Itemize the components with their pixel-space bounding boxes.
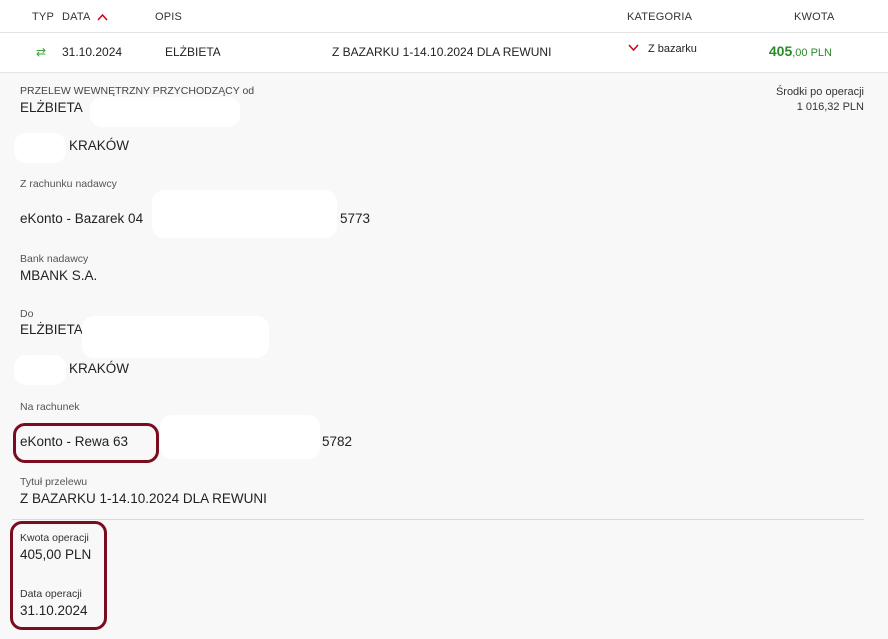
redaction-block [14,355,66,385]
from-account-label: Z rachunku nadawcy [20,178,117,190]
operation-highlight [10,521,107,630]
bank-value: MBANK S.A. [20,268,98,283]
col-desc-header[interactable]: OPIS [155,11,182,23]
col-category-header[interactable]: KATEGORIA [627,11,692,23]
redaction-block [14,133,66,163]
sender-city: KRAKÓW [69,138,130,153]
to-label: Do [20,308,34,320]
balance-after-value: 1 016,32 PLN [796,101,864,113]
sender-name: ELŻBIETA [20,100,83,115]
sort-asc-icon [96,13,108,21]
recipient-city: KRAKÓW [69,361,130,376]
redaction-block [160,415,320,459]
redaction-block [152,190,337,238]
title-value: Z BAZARKU 1-14.10.2024 DLA REWUNI [20,491,267,506]
transaction-date: 31.10.2024 [62,45,123,59]
from-account-suffix: 5773 [340,211,371,226]
to-account-suffix: 5782 [322,434,353,449]
amount-decimal: ,00 PLN [792,47,832,59]
transfer-arrows-icon: ⇄ [36,45,47,59]
transaction-counterparty: ELŻBIETA [165,45,221,59]
section-divider [12,519,864,520]
transfer-type-label: PRZELEW WEWNĘTRZNY PRZYCHODZĄCY od [20,85,255,97]
to-account-highlight [13,423,159,463]
col-date-label: DATA [62,11,91,23]
col-type-header[interactable]: TYP [32,11,54,23]
transaction-amount: 405,00 PLN [769,43,832,59]
chevron-down-icon[interactable] [628,44,639,52]
col-amount-header[interactable]: KWOTA [794,11,835,23]
transaction-row[interactable]: ⇄ 31.10.2024 ELŻBIETA Z BAZARKU 1-14.10.… [0,33,888,73]
redaction-block [220,39,330,65]
table-header: TYP DATA OPIS KATEGORIA KWOTA [0,0,888,33]
title-label: Tytuł przelewu [20,476,88,488]
redaction-block [82,316,269,358]
transaction-title: Z BAZARKU 1-14.10.2024 DLA REWUNI [332,45,552,59]
redaction-block [90,97,240,127]
recipient-name: ELŻBIETA [20,322,83,337]
to-account-label: Na rachunek [20,401,80,413]
from-account-prefix: eKonto - Bazarek 04 [20,211,144,226]
balance-after-label: Środki po operacji [775,86,864,98]
col-date-header[interactable]: DATA [62,11,108,23]
amount-integer: 405 [768,43,793,59]
transaction-category[interactable]: Z bazarku [648,43,697,55]
bank-label: Bank nadawcy [20,253,89,265]
